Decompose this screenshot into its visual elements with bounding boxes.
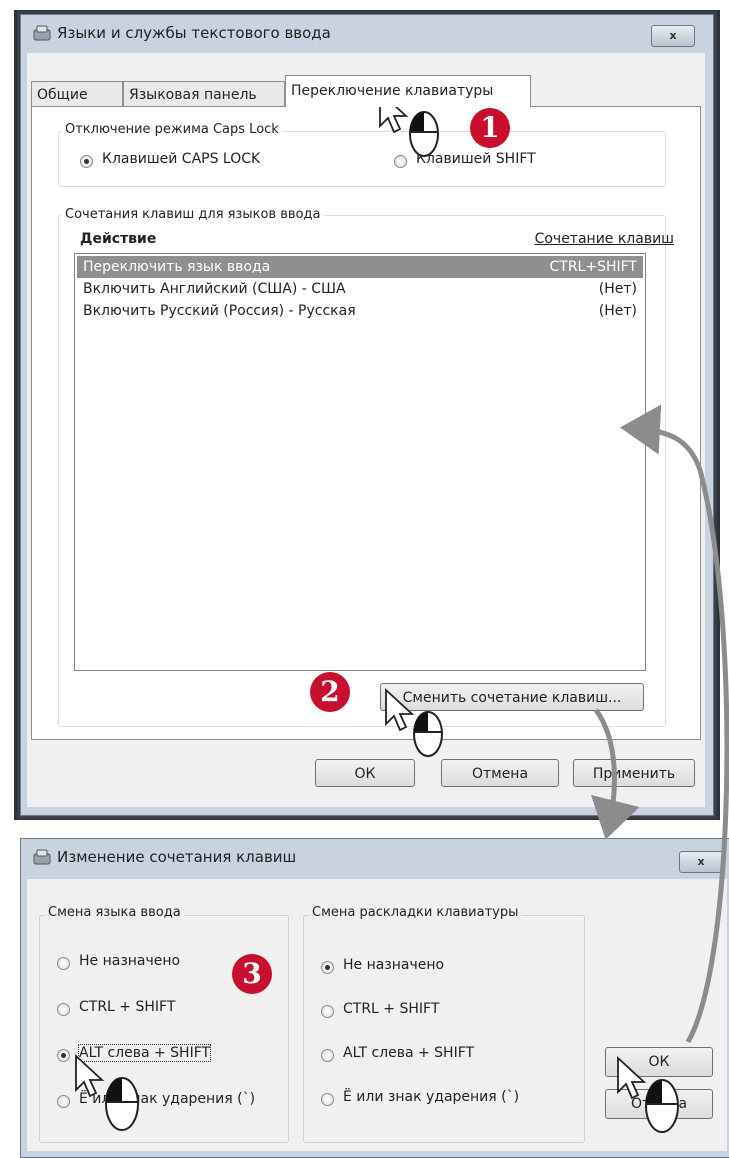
list-item-action: Включить Английский (США) - США — [83, 281, 346, 297]
layout-option-ctrl-shift[interactable]: CTRL + SHIFT — [343, 1001, 439, 1017]
list-item-action: Переключить язык ввода — [83, 259, 271, 275]
list-item-action: Включить Русский (Россия) - Русская — [83, 303, 356, 319]
mouse-click-icon — [385, 687, 443, 757]
capslock-group-title: Отключение режима Caps Lock — [62, 122, 282, 137]
list-item-keys: (Нет) — [598, 281, 637, 297]
mouse-click-icon — [75, 1053, 139, 1131]
tab-general[interactable]: Общие — [31, 81, 123, 107]
languages-dialog: Языки и службы текстового ввода x Общие … — [20, 14, 714, 816]
input-lang-radio-alt-shift[interactable] — [57, 1049, 70, 1062]
layout-radio-yo[interactable] — [321, 1093, 334, 1106]
layout-group — [303, 915, 585, 1143]
dialog-title: Изменение сочетания клавиш — [57, 848, 297, 866]
list-item[interactable]: Включить Русский (Россия) - Русская (Нет… — [77, 300, 643, 322]
dialog-title: Языки и службы текстового ввода — [57, 24, 331, 42]
input-lang-radio-ctrl-shift[interactable] — [57, 1003, 70, 1016]
input-lang-option-ctrl-shift[interactable]: CTRL + SHIFT — [79, 999, 175, 1015]
layout-radio-ctrl-shift[interactable] — [321, 1005, 334, 1018]
input-lang-radio-none[interactable] — [57, 957, 70, 970]
layout-group-title: Смена раскладки клавиатуры — [309, 905, 522, 920]
apply-button[interactable]: Применить — [573, 759, 695, 787]
keyboard-app-icon — [33, 25, 51, 41]
step-badge-3: 3 — [232, 954, 272, 994]
step-badge-1: 1 — [470, 108, 510, 148]
list-item-keys: CTRL+SHIFT — [549, 259, 638, 275]
mouse-click-icon — [617, 1055, 679, 1133]
hotkeys-group-title: Сочетания клавиш для языков ввода — [62, 207, 324, 222]
capslock-option-capslock-label[interactable]: Клавишей CAPS LOCK — [102, 151, 260, 167]
close-button[interactable]: x — [651, 25, 695, 47]
list-item[interactable]: Включить Английский (США) - США (Нет) — [77, 278, 643, 300]
input-lang-radio-yo[interactable] — [57, 1095, 70, 1108]
tab-language-bar[interactable]: Языковая панель — [123, 81, 285, 107]
tab-keyboard-switching[interactable]: Переключение клавиатуры — [285, 75, 531, 107]
tab-panel: Отключение режима Caps Lock Клавишей CAP… — [31, 106, 701, 740]
capslock-radio-capslock[interactable] — [80, 155, 93, 168]
input-language-group-title: Смена языка ввода — [45, 905, 184, 920]
layout-option-none[interactable]: Не назначено — [343, 957, 444, 973]
close-icon: x — [669, 29, 677, 42]
column-header-action[interactable]: Действие — [80, 231, 156, 247]
column-header-keys[interactable]: Сочетание клавиш — [535, 231, 674, 247]
close-button[interactable]: x — [679, 851, 723, 873]
step-badge-2: 2 — [310, 672, 350, 712]
layout-option-yo[interactable]: Ё или знак ударения (`) — [343, 1089, 519, 1105]
title-bar[interactable]: Изменение сочетания клавиш x — [21, 839, 729, 877]
layout-radio-alt-shift[interactable] — [321, 1049, 334, 1062]
keyboard-app-icon — [33, 849, 51, 865]
layout-radio-none[interactable] — [321, 961, 334, 974]
list-item[interactable]: Переключить язык ввода CTRL+SHIFT — [77, 256, 643, 278]
input-lang-option-none[interactable]: Не назначено — [79, 953, 180, 969]
hotkeys-list[interactable]: Переключить язык ввода CTRL+SHIFT Включи… — [74, 253, 646, 671]
dialog-client: Общие Языковая панель Переключение клави… — [27, 53, 705, 807]
list-item-keys: (Нет) — [598, 303, 637, 319]
close-icon: x — [697, 855, 705, 868]
layout-option-alt-shift[interactable]: ALT слева + SHIFT — [343, 1045, 474, 1061]
title-bar[interactable]: Языки и службы текстового ввода x — [21, 15, 713, 53]
